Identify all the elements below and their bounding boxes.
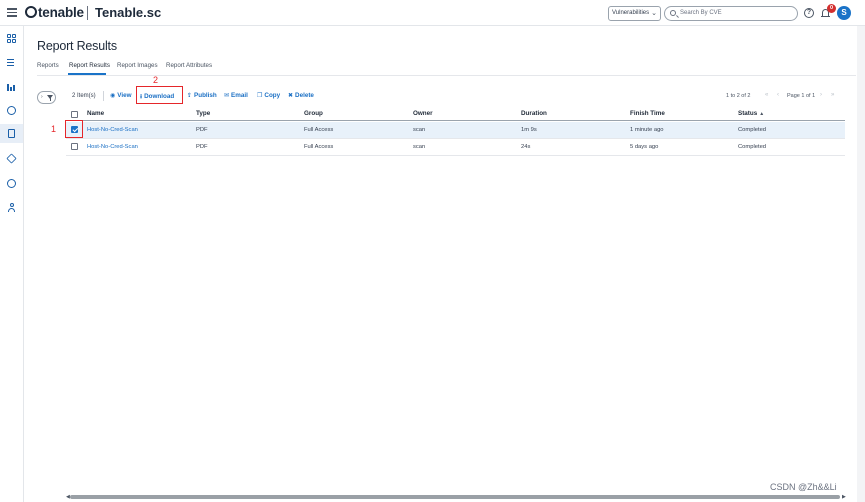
- reports-icon[interactable]: [8, 129, 15, 138]
- delete-button[interactable]: ✖ Delete: [288, 92, 314, 99]
- sort-ascending-icon: ▲: [759, 111, 765, 117]
- view-label: View: [117, 92, 132, 99]
- highlight-box-checkbox: [65, 120, 83, 138]
- tabs-divider: [37, 75, 856, 76]
- avatar[interactable]: S: [837, 6, 851, 20]
- view-button[interactable]: ◉ View: [110, 92, 132, 99]
- toolbar-divider: [103, 91, 104, 101]
- brand-logo-text: tenable: [38, 5, 84, 20]
- chevron-down-icon: ⌄: [651, 10, 657, 17]
- annotation-step-1: 1: [51, 124, 57, 134]
- tenable-logo-icon: [25, 6, 37, 18]
- table-row[interactable]: Host-No-Cred-Scan PDF Full Access scan 2…: [66, 139, 845, 156]
- cell-duration: 24s: [521, 144, 531, 150]
- email-button[interactable]: ✉ Email: [224, 92, 248, 99]
- column-header-status-label: Status: [738, 110, 758, 117]
- annotation-step-2: 2: [153, 75, 159, 85]
- column-header-owner[interactable]: Owner: [413, 110, 433, 117]
- copy-label: Copy: [264, 92, 281, 99]
- list-icon[interactable]: [7, 59, 16, 68]
- page-title: Report Results: [37, 39, 117, 53]
- tab-report-attributes[interactable]: Report Attributes: [166, 62, 212, 69]
- search-input[interactable]: Search By CVE: [664, 6, 798, 21]
- next-page-icon[interactable]: ›: [820, 92, 822, 98]
- report-name-link[interactable]: Host-No-Cred-Scan: [87, 144, 138, 150]
- table-row[interactable]: Host-No-Cred-Scan PDF Full Access scan 1…: [66, 122, 845, 139]
- cell-status: Completed: [738, 127, 767, 133]
- column-header-status[interactable]: Status ▲: [738, 110, 764, 117]
- highlight-box-download: [136, 86, 183, 104]
- scan-icon[interactable]: [7, 106, 16, 115]
- product-name[interactable]: Tenable.sc: [95, 5, 161, 20]
- first-page-icon[interactable]: «: [765, 92, 768, 98]
- item-count: 2 Item(s): [72, 93, 96, 99]
- cell-group: Full Access: [304, 127, 334, 133]
- column-header-group[interactable]: Group: [304, 110, 323, 117]
- analysis-icon[interactable]: [7, 82, 16, 91]
- copy-button[interactable]: ❐ Copy: [257, 92, 280, 99]
- column-header-duration[interactable]: Duration: [521, 110, 547, 117]
- email-icon: ✉: [224, 93, 230, 99]
- pager-page: Page 1 of 1: [787, 93, 816, 99]
- tab-reports[interactable]: Reports: [37, 62, 59, 69]
- eye-icon: ◉: [110, 93, 116, 99]
- row-checkbox[interactable]: [71, 143, 78, 150]
- cell-type: PDF: [196, 127, 208, 133]
- pager-range: 1 to 2 of 2: [726, 93, 751, 99]
- cell-status: Completed: [738, 144, 767, 150]
- publish-label: Publish: [194, 92, 217, 99]
- notification-badge: 0: [827, 4, 836, 13]
- help-icon[interactable]: ?: [804, 8, 814, 18]
- last-page-icon[interactable]: »: [831, 92, 834, 98]
- repositories-icon[interactable]: [7, 179, 16, 188]
- cell-owner: scan: [413, 144, 426, 150]
- cell-finish-time: 1 minute ago: [630, 127, 664, 133]
- tab-report-results[interactable]: Report Results: [69, 62, 110, 69]
- cell-owner: scan: [413, 127, 426, 133]
- assets-icon[interactable]: [6, 153, 17, 164]
- cell-group: Full Access: [304, 144, 334, 150]
- vertical-scrollbar[interactable]: [857, 26, 865, 502]
- menu-icon[interactable]: [7, 8, 17, 17]
- search-placeholder: Search By CVE: [680, 10, 722, 16]
- context-select[interactable]: Vulnerabilities ⌄: [608, 6, 661, 21]
- dashboard-icon[interactable]: [7, 34, 16, 43]
- cell-duration: 1m 9s: [521, 127, 537, 133]
- select-all-checkbox[interactable]: [71, 111, 78, 118]
- watermark: CSDN @Zh&&Li: [770, 482, 837, 492]
- publish-icon: ⇪: [187, 93, 193, 99]
- horizontal-scrollbar[interactable]: [70, 495, 840, 499]
- cell-finish-time: 5 days ago: [630, 144, 659, 150]
- filter-icon: [47, 95, 53, 101]
- delete-label: Delete: [295, 92, 314, 99]
- email-label: Email: [231, 92, 248, 99]
- search-icon: [670, 10, 676, 16]
- column-header-type[interactable]: Type: [196, 110, 210, 117]
- filter-toggle-button[interactable]: ›: [37, 91, 56, 104]
- copy-icon: ❐: [257, 93, 263, 99]
- delete-icon: ✖: [288, 93, 294, 99]
- table-header: Name Type Group Owner Duration Finish Ti…: [66, 108, 845, 121]
- users-icon[interactable]: [7, 203, 16, 212]
- tab-report-images[interactable]: Report Images: [117, 62, 158, 69]
- prev-page-icon[interactable]: ‹: [777, 92, 779, 98]
- top-bar: tenable Tenable.sc Vulnerabilities ⌄ Sea…: [0, 0, 865, 26]
- sidebar: [0, 26, 24, 502]
- cell-type: PDF: [196, 144, 208, 150]
- report-name-link[interactable]: Host-No-Cred-Scan: [87, 127, 138, 133]
- expand-chevron-icon: ›: [41, 94, 43, 100]
- column-header-finish-time[interactable]: Finish Time: [630, 110, 665, 117]
- column-header-name[interactable]: Name: [87, 110, 104, 117]
- context-select-value: Vulnerabilities: [612, 10, 650, 16]
- scroll-right-icon[interactable]: ▶: [842, 494, 846, 500]
- logo-divider: [87, 6, 88, 20]
- publish-button[interactable]: ⇪ Publish: [187, 92, 217, 99]
